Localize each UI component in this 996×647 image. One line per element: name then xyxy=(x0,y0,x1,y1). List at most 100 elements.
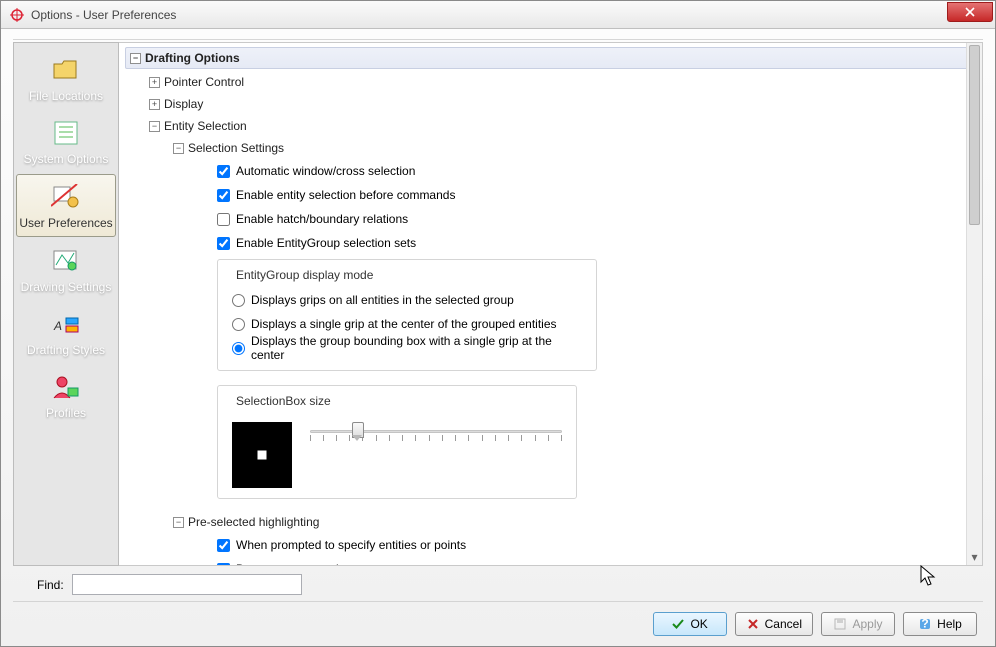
sidebar-item-drawing-settings[interactable]: Drawing Settings xyxy=(16,239,116,300)
checkbox-enable-hatch-boundary[interactable]: Enable hatch/boundary relations xyxy=(217,207,976,231)
checkbox-input[interactable] xyxy=(217,189,230,202)
user-tools-icon xyxy=(50,181,82,213)
folder-icon xyxy=(50,54,82,86)
collapse-icon[interactable]: − xyxy=(173,517,184,528)
dialog-button-row: OK Cancel Apply ? Help xyxy=(13,601,983,636)
button-label: Help xyxy=(937,617,962,631)
tree-node-selection-settings[interactable]: − Selection Settings xyxy=(125,137,976,159)
drawing-icon xyxy=(50,245,82,277)
radio-label: Displays a single grip at the center of … xyxy=(251,317,557,331)
group-entitygroup-display-mode: EntityGroup display mode Displays grips … xyxy=(217,259,597,371)
find-row: Find: xyxy=(13,566,983,597)
group-legend: EntityGroup display mode xyxy=(232,268,377,282)
checkbox-label: Enable EntityGroup selection sets xyxy=(236,236,416,250)
radio-grips-all-entities[interactable]: Displays grips on all entities in the se… xyxy=(232,288,582,312)
sidebar-item-label: Drafting Styles xyxy=(27,343,105,357)
checkbox-between-commands[interactable]: Between commands xyxy=(217,557,976,565)
ok-button[interactable]: OK xyxy=(653,612,727,636)
checkbox-input[interactable] xyxy=(217,165,230,178)
expand-icon[interactable]: + xyxy=(149,99,160,110)
tree-node-drafting-options[interactable]: − Drafting Options xyxy=(125,47,976,69)
disk-icon xyxy=(833,617,847,631)
radio-bounding-box-grip[interactable]: Displays the group bounding box with a s… xyxy=(232,336,582,360)
radio-input[interactable] xyxy=(232,294,245,307)
main-area: File Locations System Options User Prefe… xyxy=(13,39,983,566)
checkbox-auto-window-cross[interactable]: Automatic window/cross selection xyxy=(217,159,976,183)
slider-ticks xyxy=(310,435,562,443)
selectionbox-slider[interactable] xyxy=(310,422,562,452)
selectionbox-slider-wrap xyxy=(232,422,562,488)
selection-settings-content: Automatic window/cross selection Enable … xyxy=(217,159,976,499)
profile-icon xyxy=(50,371,82,403)
collapse-icon[interactable]: − xyxy=(173,143,184,154)
find-input[interactable] xyxy=(72,574,302,595)
tree-node-preselected-highlighting[interactable]: − Pre-selected highlighting xyxy=(125,511,976,533)
tree-node-label: Selection Settings xyxy=(188,141,284,155)
checkbox-input[interactable] xyxy=(217,213,230,226)
radio-input[interactable] xyxy=(232,342,245,355)
sidebar-item-label: System Options xyxy=(24,152,109,166)
svg-text:?: ? xyxy=(921,618,928,630)
checkbox-enable-entitygroup-sets[interactable]: Enable EntityGroup selection sets xyxy=(217,231,976,255)
expand-icon[interactable]: + xyxy=(149,77,160,88)
vertical-scrollbar[interactable]: ▴ ▾ xyxy=(966,43,982,565)
close-button[interactable] xyxy=(947,2,993,22)
group-selectionbox-size: SelectionBox size xyxy=(217,385,577,499)
button-label: Apply xyxy=(852,617,882,631)
checkbox-label: Enable hatch/boundary relations xyxy=(236,212,408,226)
text-style-icon: A xyxy=(50,308,82,340)
scroll-down-icon[interactable]: ▾ xyxy=(967,549,982,565)
options-tree[interactable]: − Drafting Options + Pointer Control + D… xyxy=(119,43,982,565)
sidebar-item-label: User Preferences xyxy=(19,216,112,230)
tree-node-label: Display xyxy=(164,97,203,111)
help-icon: ? xyxy=(918,617,932,631)
radio-single-grip-center[interactable]: Displays a single grip at the center of … xyxy=(232,312,582,336)
checkbox-label: Automatic window/cross selection xyxy=(236,164,415,178)
sidebar-item-label: File Locations xyxy=(29,89,103,103)
cancel-button[interactable]: Cancel xyxy=(735,612,813,636)
sidebar-item-user-preferences[interactable]: User Preferences xyxy=(16,174,116,237)
checkbox-input[interactable] xyxy=(217,563,230,566)
window-title: Options - User Preferences xyxy=(31,8,947,22)
list-check-icon xyxy=(50,117,82,149)
radio-input[interactable] xyxy=(232,318,245,331)
tree-node-label: Pre-selected highlighting xyxy=(188,515,319,529)
collapse-icon[interactable]: − xyxy=(130,53,141,64)
sidebar-item-system-options[interactable]: System Options xyxy=(16,111,116,172)
checkbox-enable-entity-before-commands[interactable]: Enable entity selection before commands xyxy=(217,183,976,207)
x-icon xyxy=(746,617,760,631)
sidebar-item-profiles[interactable]: Profiles xyxy=(16,365,116,426)
checkbox-input[interactable] xyxy=(217,237,230,250)
titlebar: Options - User Preferences xyxy=(1,1,995,29)
svg-text:A: A xyxy=(53,319,62,333)
button-label: Cancel xyxy=(765,617,802,631)
options-tree-panel: − Drafting Options + Pointer Control + D… xyxy=(119,42,983,566)
find-label: Find: xyxy=(37,578,64,592)
scroll-thumb[interactable] xyxy=(969,45,980,225)
check-icon xyxy=(671,617,685,631)
slider-thumb[interactable] xyxy=(352,422,362,442)
client-area: File Locations System Options User Prefe… xyxy=(1,29,995,646)
collapse-icon[interactable]: − xyxy=(149,121,160,132)
tree-node-display[interactable]: + Display xyxy=(125,93,976,115)
checkbox-input[interactable] xyxy=(217,539,230,552)
tree-node-pointer-control[interactable]: + Pointer Control xyxy=(125,71,976,93)
tree-node-entity-selection[interactable]: − Entity Selection xyxy=(125,115,976,137)
selectionbox-preview xyxy=(232,422,292,488)
checkbox-label: Between commands xyxy=(236,562,345,565)
category-sidebar: File Locations System Options User Prefe… xyxy=(13,42,119,566)
radio-label: Displays the group bounding box with a s… xyxy=(251,334,582,362)
preselected-content: When prompted to specify entities or poi… xyxy=(217,533,976,565)
help-button[interactable]: ? Help xyxy=(903,612,977,636)
slider-track-line xyxy=(310,430,562,433)
sidebar-item-label: Profiles xyxy=(46,406,86,420)
app-icon xyxy=(9,7,25,23)
button-label: OK xyxy=(690,617,707,631)
tree-node-label: Entity Selection xyxy=(164,119,247,133)
sidebar-item-file-locations[interactable]: File Locations xyxy=(16,48,116,109)
apply-button[interactable]: Apply xyxy=(821,612,895,636)
tree-node-label: Pointer Control xyxy=(164,75,244,89)
sidebar-item-drafting-styles[interactable]: A Drafting Styles xyxy=(16,302,116,363)
checkbox-when-prompted[interactable]: When prompted to specify entities or poi… xyxy=(217,533,976,557)
sidebar-item-label: Drawing Settings xyxy=(21,280,112,294)
